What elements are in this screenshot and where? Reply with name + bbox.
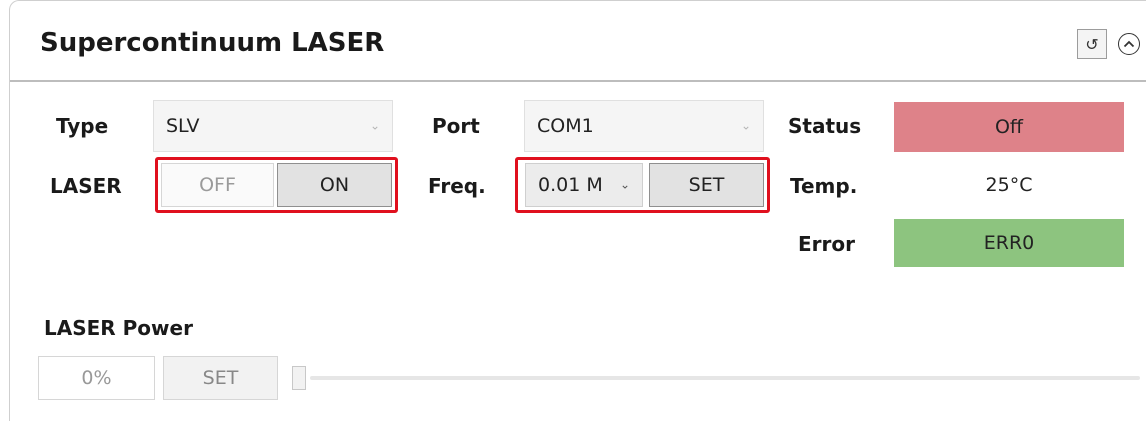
chevron-down-icon: ⌄ <box>740 118 751 133</box>
port-label: Port <box>432 114 480 138</box>
temp-value: 25°C <box>985 174 1033 196</box>
power-slider-thumb[interactable] <box>292 366 306 390</box>
port-select[interactable]: COM1 ⌄ <box>524 100 764 152</box>
error-indicator: ERR0 <box>894 219 1124 267</box>
status-indicator: Off <box>894 102 1124 152</box>
status-label: Status <box>788 114 862 138</box>
error-label: Error <box>798 232 855 256</box>
port-select-value: COM1 <box>537 115 594 137</box>
freq-label: Freq. <box>428 174 486 198</box>
refresh-button[interactable]: ↺ <box>1077 29 1107 59</box>
type-select[interactable]: SLV ⌄ <box>153 100 393 152</box>
freq-select-value: 0.01 M <box>538 174 603 196</box>
laser-label: LASER <box>50 174 122 198</box>
power-slider-track[interactable] <box>310 376 1140 380</box>
chevron-down-icon: ⌄ <box>369 118 380 133</box>
type-label: Type <box>56 114 109 138</box>
laser-on-button[interactable]: ON <box>277 163 392 207</box>
freq-select[interactable]: 0.01 M ⌄ <box>525 163 643 207</box>
refresh-icon: ↺ <box>1085 34 1099 54</box>
title-divider <box>10 80 1146 82</box>
temp-label: Temp. <box>790 174 858 198</box>
power-value-field[interactable]: 0% <box>38 356 155 400</box>
laser-power-label: LASER Power <box>44 316 193 340</box>
power-set-button[interactable]: SET <box>163 356 278 400</box>
freq-set-button[interactable]: SET <box>649 163 764 207</box>
type-select-value: SLV <box>166 115 200 137</box>
chevron-down-icon: ⌄ <box>619 177 630 192</box>
panel-title: Supercontinuum LASER <box>40 28 385 58</box>
collapse-button[interactable] <box>1118 33 1140 55</box>
laser-off-button[interactable]: OFF <box>161 163 274 207</box>
chevron-up-icon <box>1123 40 1135 48</box>
